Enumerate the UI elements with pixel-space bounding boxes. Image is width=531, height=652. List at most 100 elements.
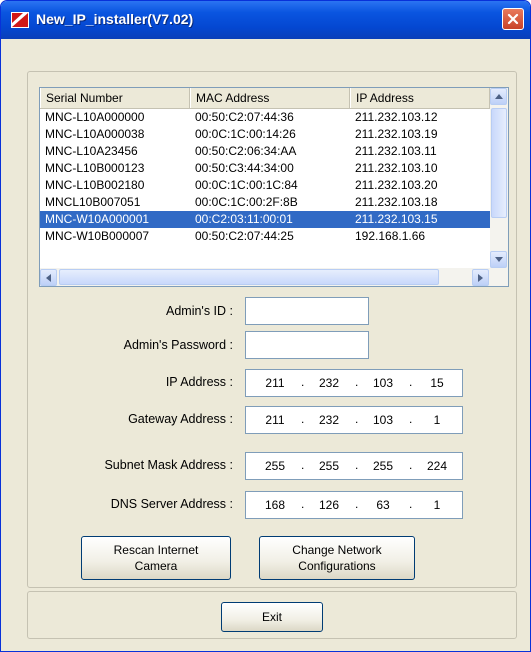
- dns-octet-3[interactable]: 63: [364, 498, 402, 512]
- vertical-scrollbar[interactable]: [490, 88, 508, 268]
- subnet-octet-4[interactable]: 224: [418, 459, 456, 473]
- octet-dot: .: [301, 412, 305, 426]
- horizontal-scroll-thumb[interactable]: [59, 269, 439, 285]
- subnet-mask-field[interactable]: 255 . 255 . 255 . 224: [245, 452, 463, 480]
- table-row[interactable]: MNC-L10A000000 00:50:C2:07:44:36 211.232…: [40, 109, 490, 126]
- installer-window: New_IP_installer(V7.02) Serial Number MA…: [0, 0, 531, 652]
- serial-cell: MNCL10B007051: [45, 195, 141, 209]
- octet-dot: .: [409, 497, 413, 511]
- ip-cell: 211.232.103.18: [355, 195, 438, 209]
- gateway-octet-4[interactable]: 1: [418, 413, 456, 427]
- arrow-down-icon: [494, 257, 503, 262]
- dns-server-field[interactable]: 168 . 126 . 63 . 1: [245, 491, 463, 519]
- serial-cell: MNC-L10A000000: [45, 110, 145, 124]
- scroll-up-button[interactable]: [490, 88, 507, 105]
- arrow-left-icon: [46, 273, 51, 282]
- ip-cell: 192.168.1.66: [355, 229, 426, 243]
- mac-cell: 00:50:C2:07:44:25: [195, 229, 294, 243]
- scroll-right-button[interactable]: [472, 269, 489, 286]
- admin-password-label: Admin's Password :: [123, 338, 233, 352]
- ip-cell: 211.232.103.20: [355, 178, 438, 192]
- column-header-serial[interactable]: Serial Number: [40, 88, 190, 108]
- mac-cell: 00:C2:03:11:00:01: [195, 212, 293, 226]
- change-network-button[interactable]: Change Network Configurations: [259, 536, 415, 580]
- gateway-octet-3[interactable]: 103: [364, 413, 402, 427]
- rescan-button-label-line2: Camera: [134, 559, 178, 573]
- ip-octet-4[interactable]: 15: [418, 376, 456, 390]
- vertical-scroll-thumb[interactable]: [491, 108, 507, 218]
- ip-octet-2[interactable]: 232: [310, 376, 348, 390]
- octet-dot: .: [409, 412, 413, 426]
- octet-dot: .: [355, 412, 359, 426]
- horizontal-scrollbar[interactable]: [40, 268, 508, 286]
- admin-password-field[interactable]: [245, 331, 369, 359]
- octet-dot: .: [355, 458, 359, 472]
- table-row[interactable]: MNC-W10B000007 00:50:C2:07:44:25 192.168…: [40, 228, 490, 245]
- octet-dot: .: [301, 458, 305, 472]
- gateway-field[interactable]: 211 . 232 . 103 . 1: [245, 406, 463, 434]
- table-row[interactable]: MNC-L10B002180 00:0C:1C:00:1C:84 211.232…: [40, 177, 490, 194]
- serial-cell: MNC-L10A000038: [45, 127, 145, 141]
- admin-id-field[interactable]: [245, 297, 369, 325]
- octet-dot: .: [409, 458, 413, 472]
- octet-dot: .: [301, 375, 305, 389]
- ip-cell: 211.232.103.15: [355, 212, 438, 226]
- ip-octet-3[interactable]: 103: [364, 376, 402, 390]
- title-bar[interactable]: New_IP_installer(V7.02): [1, 1, 530, 39]
- scroll-left-button[interactable]: [40, 269, 57, 286]
- ip-cell: 211.232.103.12: [355, 110, 438, 124]
- mac-cell: 00:0C:1C:00:14:26: [195, 127, 296, 141]
- arrow-right-icon: [478, 273, 483, 282]
- table-row-selected[interactable]: MNC-W10A000001 00:C2:03:11:00:01 211.232…: [40, 211, 490, 228]
- rescan-button-label-line1: Rescan Internet: [113, 543, 199, 557]
- octet-dot: .: [355, 375, 359, 389]
- list-header: Serial Number MAC Address IP Address: [40, 88, 490, 109]
- app-logo-icon: [11, 12, 29, 28]
- arrow-up-icon: [494, 94, 503, 99]
- camera-list[interactable]: Serial Number MAC Address IP Address MNC…: [39, 87, 509, 287]
- window-title: New_IP_installer(V7.02): [36, 11, 194, 27]
- gateway-octet-1[interactable]: 211: [256, 413, 294, 427]
- column-header-mac[interactable]: MAC Address: [190, 88, 350, 108]
- gateway-label: Gateway Address :: [128, 412, 233, 426]
- mac-cell: 00:0C:1C:00:1C:84: [195, 178, 298, 192]
- dns-octet-4[interactable]: 1: [418, 498, 456, 512]
- admin-id-label: Admin's ID :: [166, 304, 233, 318]
- ip-address-label: IP Address :: [165, 375, 233, 389]
- change-button-label-line1: Change Network: [292, 543, 382, 557]
- column-header-ip[interactable]: IP Address: [350, 88, 490, 108]
- octet-dot: .: [301, 497, 305, 511]
- subnet-mask-label: Subnet Mask Address :: [104, 458, 233, 472]
- close-button[interactable]: [502, 8, 524, 30]
- octet-dot: .: [355, 497, 359, 511]
- subnet-octet-2[interactable]: 255: [310, 459, 348, 473]
- ip-cell: 211.232.103.11: [355, 144, 437, 158]
- mac-cell: 00:50:C3:44:34:00: [195, 161, 294, 175]
- mac-cell: 00:50:C2:07:44:36: [195, 110, 294, 124]
- mac-cell: 00:50:C2:06:34:AA: [195, 144, 297, 158]
- ip-cell: 211.232.103.19: [355, 127, 438, 141]
- table-row[interactable]: MNCL10B007051 00:0C:1C:00:2F:8B 211.232.…: [40, 194, 490, 211]
- ip-octet-1[interactable]: 211: [256, 376, 294, 390]
- ip-address-field[interactable]: 211 . 232 . 103 . 15: [245, 369, 463, 397]
- gateway-octet-2[interactable]: 232: [310, 413, 348, 427]
- ip-cell: 211.232.103.10: [355, 161, 438, 175]
- serial-cell: MNC-W10B000007: [45, 229, 150, 243]
- table-row[interactable]: MNC-L10A000038 00:0C:1C:00:14:26 211.232…: [40, 126, 490, 143]
- subnet-octet-1[interactable]: 255: [256, 459, 294, 473]
- close-icon: [507, 13, 519, 25]
- serial-cell: MNC-L10A23456: [45, 144, 138, 158]
- exit-button-label: Exit: [261, 610, 282, 624]
- scroll-down-button[interactable]: [490, 251, 507, 268]
- list-rows: MNC-L10A000000 00:50:C2:07:44:36 211.232…: [40, 109, 490, 245]
- exit-button[interactable]: Exit: [221, 602, 323, 632]
- table-row[interactable]: MNC-L10B000123 00:50:C3:44:34:00 211.232…: [40, 160, 490, 177]
- octet-dot: .: [409, 375, 413, 389]
- dns-octet-2[interactable]: 126: [310, 498, 348, 512]
- change-button-label-line2: Configurations: [298, 559, 376, 573]
- serial-cell: MNC-W10A000001: [45, 212, 150, 226]
- dns-octet-1[interactable]: 168: [256, 498, 294, 512]
- subnet-octet-3[interactable]: 255: [364, 459, 402, 473]
- rescan-camera-button[interactable]: Rescan Internet Camera: [81, 536, 231, 580]
- table-row[interactable]: MNC-L10A23456 00:50:C2:06:34:AA 211.232.…: [40, 143, 490, 160]
